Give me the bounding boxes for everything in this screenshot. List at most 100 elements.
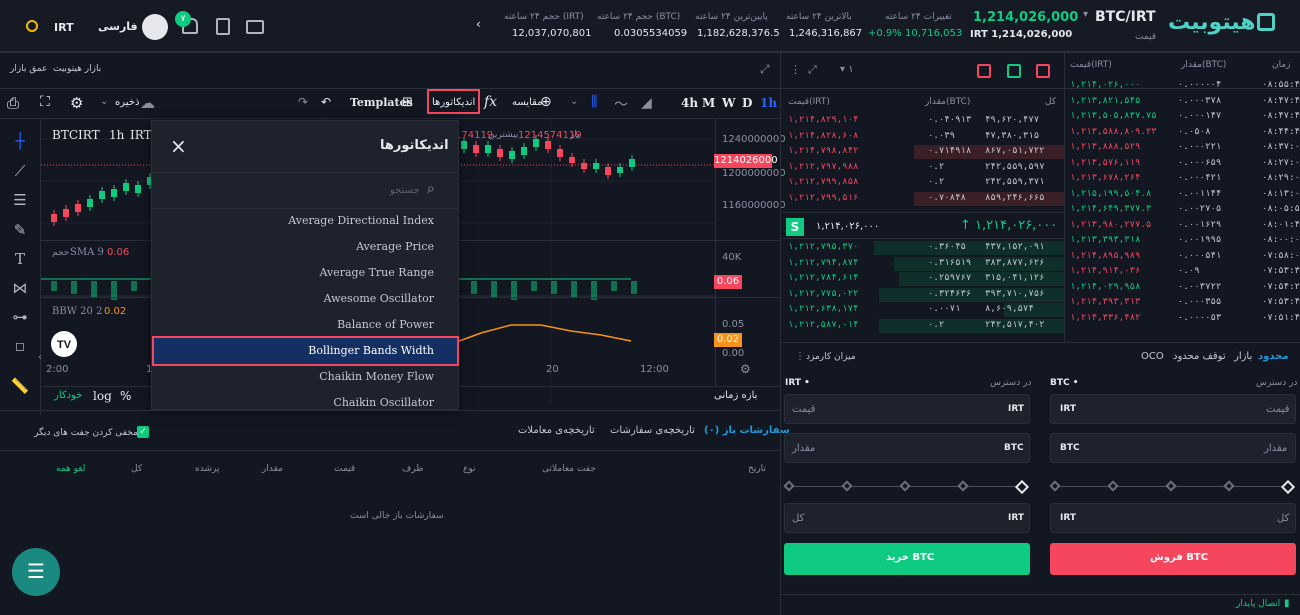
more-icon[interactable]: ⋮ bbox=[795, 351, 805, 362]
slider-step[interactable] bbox=[957, 480, 969, 492]
fee-button[interactable]: میزان کارمزد bbox=[806, 352, 856, 362]
tab-trade-history[interactable]: تاریخچه‌ی معاملات bbox=[518, 425, 595, 436]
camera-icon[interactable]: ⎙ bbox=[7, 94, 19, 112]
orderbook-cell[interactable]: ۰.۰۰۷۱ bbox=[928, 304, 961, 318]
orderbook-cell[interactable]: ۰.۲۵۹۷۶۷ bbox=[928, 273, 971, 287]
text-tool-icon[interactable]: T bbox=[10, 249, 30, 269]
slider-step[interactable] bbox=[1049, 480, 1061, 492]
indicators-button[interactable]: اندیکاتورها bbox=[432, 97, 475, 108]
templates-button[interactable]: Templates bbox=[350, 96, 413, 109]
brush-icon[interactable]: ✎ bbox=[10, 220, 30, 240]
orderbook-cell[interactable]: ۱,۲۱۲,۷۹۹,۸۵۸ bbox=[788, 177, 858, 191]
close-icon[interactable]: × bbox=[170, 134, 187, 158]
sell-total-field[interactable] bbox=[1050, 503, 1296, 533]
orderbook-cell[interactable]: ۰.۲ bbox=[928, 320, 944, 334]
fx-icon[interactable]: fx bbox=[484, 94, 497, 110]
slider-step[interactable] bbox=[841, 480, 853, 492]
tab-limit[interactable]: محدود bbox=[1258, 351, 1289, 362]
compare-button[interactable]: مقایسه bbox=[512, 97, 543, 108]
orderbook-cell[interactable]: ۰.۳۲۴۶۳۶ bbox=[928, 289, 971, 303]
orderbook-cell[interactable]: ۰.۰۴۰۹۱۳ bbox=[928, 115, 971, 129]
chevron-down-icon[interactable]: ⌄ bbox=[570, 96, 578, 107]
orderbook-bids-icon[interactable] bbox=[1007, 64, 1021, 78]
auto-scale-button[interactable]: خودکار bbox=[54, 390, 82, 401]
wallet-icon[interactable] bbox=[246, 20, 264, 34]
slider-step[interactable] bbox=[1107, 480, 1119, 492]
undo-icon[interactable]: ↶ bbox=[321, 95, 331, 109]
orderbook-cell[interactable]: ۲۴۲,۵۵۹,۳۷۱ bbox=[985, 177, 1045, 191]
orderbook-cell[interactable]: ۰.۰۳۹ bbox=[928, 131, 955, 145]
hide-pairs-checkbox[interactable]: ✓ bbox=[137, 426, 149, 438]
more-icon[interactable]: ⋮ bbox=[790, 63, 801, 76]
gear-icon[interactable]: ⚙ bbox=[740, 362, 751, 376]
time-range-button[interactable]: بازه زمانی bbox=[714, 390, 757, 401]
orderbook-cell[interactable]: ۰.۷۰۸۴۸ bbox=[928, 193, 966, 207]
orderbook-cell[interactable]: ۱,۲۱۲,۷۹۵,۳۷۰ bbox=[788, 242, 858, 256]
expand-icon[interactable]: ⤢ bbox=[808, 63, 817, 77]
indicator-search-input[interactable]: جستجو bbox=[390, 185, 420, 196]
orderbook-cell[interactable]: ۴۳۷,۱۵۲,۰۹۱ bbox=[985, 242, 1045, 256]
orderbook-cell[interactable]: ۳۸۳,۸۷۷,۶۲۶ bbox=[985, 258, 1045, 272]
menu-fab-icon[interactable]: ☰ bbox=[12, 548, 60, 596]
orderbook-cell[interactable]: ۱,۲۱۲,۷۹۷,۹۸۸ bbox=[788, 162, 858, 176]
indicator-item-bollinger-bands-width[interactable]: Bollinger Bands Width bbox=[152, 344, 434, 357]
precision-select[interactable]: ▾ ۱ bbox=[840, 64, 854, 75]
ruler-icon[interactable]: 📏 bbox=[10, 376, 30, 396]
fullscreen-icon[interactable]: ⛶ bbox=[40, 94, 50, 110]
orderbook-cell[interactable]: ۳۱۵,۰۴۱,۱۲۶ bbox=[985, 273, 1045, 287]
orderbook-cell[interactable]: ۱,۲۱۲,۷۹۴,۸۷۴ bbox=[788, 258, 858, 272]
slider-step[interactable] bbox=[899, 480, 911, 492]
pattern-icon[interactable]: ⋈ bbox=[10, 278, 30, 298]
buy-amount-field[interactable] bbox=[784, 433, 1030, 463]
pair-selector[interactable]: BTC/IRT bbox=[1095, 9, 1156, 25]
sell-price-field[interactable] bbox=[1050, 394, 1296, 424]
orderbook-cell[interactable]: ۱,۲۱۴,۷۹۸,۸۴۲ bbox=[788, 146, 858, 160]
save-button[interactable]: ذخیره bbox=[115, 97, 139, 108]
percent-scale-button[interactable]: % bbox=[120, 389, 131, 403]
line-chart-icon[interactable]: 〜 bbox=[614, 94, 628, 114]
redo-icon[interactable]: ↷ bbox=[298, 95, 308, 109]
slider-step[interactable] bbox=[1165, 480, 1177, 492]
orderbook-cell[interactable]: ۸۶۷,۰۵۱,۷۲۲ bbox=[985, 146, 1045, 160]
indicator-item[interactable]: Average Price bbox=[152, 240, 434, 253]
buy-total-field[interactable] bbox=[784, 503, 1030, 533]
log-scale-button[interactable]: log bbox=[93, 389, 112, 403]
cancel-all-button[interactable]: لغو همه bbox=[56, 464, 85, 474]
indicator-item[interactable]: Awesome Oscillator bbox=[152, 292, 434, 305]
tab-stop-limit[interactable]: توقف محدود bbox=[1173, 351, 1226, 362]
chevron-down-icon[interactable]: ⌄ bbox=[100, 96, 108, 107]
orderbook-cell[interactable]: ۴۹,۶۲۰,۴۷۷ bbox=[985, 115, 1039, 129]
chevron-down-icon[interactable]: ▾ bbox=[1083, 9, 1088, 20]
orderbook-cell[interactable]: ۱,۲۱۲,۷۸۴,۶۱۴ bbox=[788, 273, 858, 287]
orderbook-cell[interactable]: ۳۹۳,۷۱۰,۷۵۶ bbox=[985, 289, 1045, 303]
currency-switch[interactable]: IRT bbox=[54, 21, 74, 34]
chevron-left-icon[interactable]: ‹ bbox=[476, 17, 481, 31]
interval-4h[interactable]: 4h bbox=[681, 96, 698, 110]
avatar[interactable] bbox=[142, 14, 168, 40]
language-switch[interactable]: فارسی bbox=[98, 20, 138, 33]
slider-step[interactable] bbox=[1014, 479, 1030, 495]
orderbook-cell[interactable]: ۴۷,۳۸۰,۳۱۵ bbox=[985, 131, 1039, 145]
orderbook-cell[interactable]: ۰.۲ bbox=[928, 177, 944, 191]
interval-m[interactable]: M bbox=[702, 96, 715, 110]
orderbook-cell[interactable]: ۱,۲۱۴,۸۲۹,۱۰۴ bbox=[788, 115, 858, 129]
orderbook-cell[interactable]: ۱,۲۱۲,۶۳۸,۱۷۴ bbox=[788, 304, 858, 318]
clipboard-icon[interactable] bbox=[216, 18, 230, 35]
orderbook-cell[interactable]: ۸۵۹,۲۴۶,۶۶۵ bbox=[985, 193, 1045, 207]
indicator-item[interactable]: Average Directional Index bbox=[152, 214, 434, 227]
orderbook-cell[interactable]: ۸,۶۰۹,۵۷۴ bbox=[985, 304, 1034, 318]
tab-open-orders[interactable]: سفارشات باز (۰) bbox=[704, 425, 790, 436]
logo[interactable]: هیتوبیت bbox=[1168, 10, 1256, 35]
orderbook-cell[interactable]: ۱,۲۱۲,۵۸۷,۰۱۴ bbox=[788, 320, 858, 334]
orderbook-cell[interactable]: ۲۴۲,۵۱۷,۴۰۲ bbox=[985, 320, 1045, 334]
sun-icon[interactable] bbox=[26, 20, 38, 32]
indicator-item[interactable]: Chaikin Oscillator bbox=[152, 396, 434, 409]
orderbook-cell[interactable]: ۱,۲۱۲,۷۹۹,۵۱۶ bbox=[788, 193, 858, 207]
chevron-left-icon[interactable]: ‹ bbox=[38, 352, 42, 363]
orderbook-cell[interactable]: ۰.۲ bbox=[928, 162, 944, 176]
interval-w[interactable]: W bbox=[722, 96, 735, 110]
trend-line-icon[interactable]: ⟋ bbox=[10, 161, 30, 181]
candles-icon[interactable]: ⫼ bbox=[591, 94, 597, 110]
tab-order-history[interactable]: تاریخچه‌ی سفارشات bbox=[610, 425, 695, 436]
interval-d[interactable]: D bbox=[742, 96, 752, 110]
